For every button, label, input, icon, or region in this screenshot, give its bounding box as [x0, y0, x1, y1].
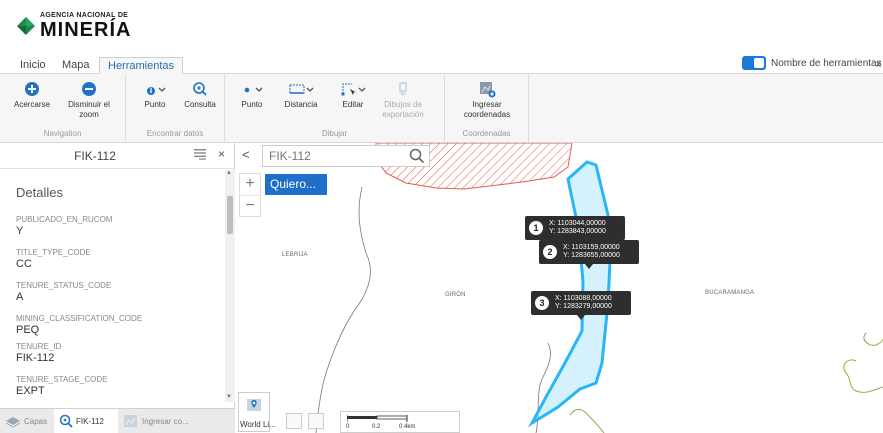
municipal-boundary-line: [315, 186, 371, 433]
group-label-coordinates: Coordenadas: [462, 129, 511, 138]
group-label-find: Encontrar datos: [146, 129, 204, 138]
scroll-down-arrow-icon[interactable]: ▼: [226, 394, 232, 400]
search-icon[interactable]: [409, 148, 425, 164]
map-pin-plus-icon: [480, 82, 496, 98]
panel-title: FIK-112: [74, 149, 116, 163]
tool-names-toggle[interactable]: Nombre de herramientas: [742, 56, 882, 70]
export-drawing-icon: [399, 82, 407, 96]
zoom-in-button[interactable]: Acercarse: [12, 78, 52, 110]
edit-button[interactable]: Editar: [333, 78, 373, 110]
find-point-button[interactable]: Punto: [134, 78, 176, 110]
enter-coordinates-icon: [124, 415, 137, 427]
ribbon-close-button[interactable]: x: [876, 59, 881, 70]
details-panel: FIK-112 × Detalles PUBLICADO_EN_RUCOM Y …: [0, 143, 235, 433]
scale-bar-graphic: [347, 415, 408, 422]
scroll-thumb[interactable]: [227, 196, 233, 234]
map-zoom-control: + −: [239, 173, 261, 217]
plus-circle-icon: [25, 82, 39, 96]
anm-logo[interactable]: AGENCIA NACIONAL DE MINERÍA: [16, 12, 131, 40]
map-view[interactable]: < + − Quiero... LEBRIJA GIRÓN BUCARAMANG…: [236, 143, 883, 433]
enter-coordinates-button[interactable]: Ingresar coordenadas: [457, 78, 517, 120]
tab-herramientas[interactable]: Herramientas: [99, 57, 184, 74]
scale-bar: 0 0.2 0.4km: [340, 411, 460, 433]
place-label-bucaramanga: BUCARAMANGA: [705, 290, 755, 296]
tab-fik-112[interactable]: FIK-112: [54, 409, 118, 433]
tab-mapa[interactable]: Mapa: [54, 57, 98, 74]
ruler-icon: [289, 84, 314, 94]
place-label-lebrija: LEBRIJA: [282, 252, 308, 258]
toggle-label: Nombre de herramientas: [771, 57, 882, 69]
query-button[interactable]: Consulta: [180, 78, 220, 110]
map-search-input[interactable]: [269, 149, 399, 163]
detail-field: PUBLICADO_EN_RUCOM Y: [16, 215, 113, 237]
search-results-icon: [59, 414, 73, 428]
green-contour-line: [843, 359, 883, 393]
green-contour-line: [863, 332, 883, 346]
distance-button[interactable]: Distancia: [279, 78, 323, 110]
logo-line2: MINERÍA: [40, 19, 132, 41]
tab-inicio[interactable]: Inicio: [12, 57, 54, 74]
list-menu-icon[interactable]: [193, 148, 207, 160]
details-title: Detalles: [16, 185, 63, 200]
details-list: Detalles PUBLICADO_EN_RUCOM Y TITLE_TYPE…: [0, 170, 225, 402]
basemap-gallery-button[interactable]: World Li...: [238, 392, 276, 432]
place-label-giron: GIRÓN: [445, 292, 466, 298]
extent-icon[interactable]: [308, 413, 324, 429]
group-label-draw: Dibujar: [321, 129, 348, 138]
group-navigation: Acercarse Disminuir el zoom Navigation: [0, 74, 126, 142]
quiero-button[interactable]: Quiero...: [265, 174, 327, 195]
app-header: AGENCIA NACIONAL DE MINERÍA: [0, 0, 883, 55]
tools-ribbon: Acercarse Disminuir el zoom Navigation P…: [0, 74, 883, 143]
coordinate-tooltip-2: 2 X: 1103159,00000 Y: 1283655,00000: [539, 240, 639, 269]
detail-field: TENURE_STAGE_CODE EXPT: [16, 375, 108, 397]
tab-ingresar-coordenadas[interactable]: Ingresar co...: [118, 409, 208, 433]
group-draw: Punto Distancia Editar Dibujos de export…: [225, 74, 445, 142]
map-search-box[interactable]: [262, 145, 430, 167]
logo-line1: AGENCIA NACIONAL DE: [40, 12, 129, 19]
coordinate-tooltip-3: 3 X: 1103088,00000 Y: 1283279,00000: [531, 291, 631, 320]
panel-bottom-tabs: Capas FIK-112 Ingresar co...: [0, 408, 235, 433]
draw-point-icon: [244, 87, 263, 93]
main-tabbar: Inicio Mapa Herramientas Nombre de herra…: [0, 55, 883, 74]
detail-field: TITLE_TYPE_CODE CC: [16, 248, 91, 270]
map-canvas[interactable]: [236, 143, 883, 433]
map-zoom-in-button[interactable]: +: [240, 174, 260, 194]
layers-icon: [5, 417, 21, 427]
map-zoom-out-button[interactable]: −: [240, 195, 260, 215]
collapse-panel-button[interactable]: <: [242, 147, 250, 162]
scroll-up-arrow-icon[interactable]: ▲: [226, 170, 232, 176]
toggle-switch[interactable]: [742, 56, 766, 70]
zoom-out-button[interactable]: Disminuir el zoom: [64, 78, 114, 120]
edit-vertices-icon: [341, 83, 366, 96]
query-search-icon: [193, 82, 207, 96]
group-coordinates: Ingresar coordenadas Coordenadas: [445, 74, 529, 142]
group-label-navigation: Navigation: [43, 129, 82, 138]
detail-field: TENURE_STATUS_CODE A: [16, 281, 112, 303]
panel-close-button[interactable]: ×: [218, 147, 225, 161]
overview-map-icon[interactable]: [286, 413, 302, 429]
basemap-icon: [247, 399, 261, 411]
map-mini-tools: [286, 413, 330, 429]
details-scrollbar[interactable]: ▲ ▼: [225, 170, 235, 402]
panel-header: FIK-112 ×: [0, 143, 235, 169]
detail-field: MINING_CLASSIFICATION_CODE PEQ: [16, 314, 143, 336]
detail-field: TENURE_ID FIK-112: [16, 342, 62, 364]
logo-diamond-icon: [17, 17, 35, 35]
minus-circle-icon: [82, 82, 96, 96]
coordinate-tooltip-1: 1 X: 1103044,00000 Y: 1283843,00000: [525, 216, 625, 245]
export-drawings-button[interactable]: Dibujos de exportación: [377, 78, 429, 120]
group-find-data: Punto Consulta Encontrar datos: [126, 74, 225, 142]
info-point-icon: [147, 87, 166, 95]
green-contour-line: [569, 408, 605, 433]
tab-capas[interactable]: Capas: [0, 409, 54, 433]
draw-point-button[interactable]: Punto: [235, 78, 269, 110]
